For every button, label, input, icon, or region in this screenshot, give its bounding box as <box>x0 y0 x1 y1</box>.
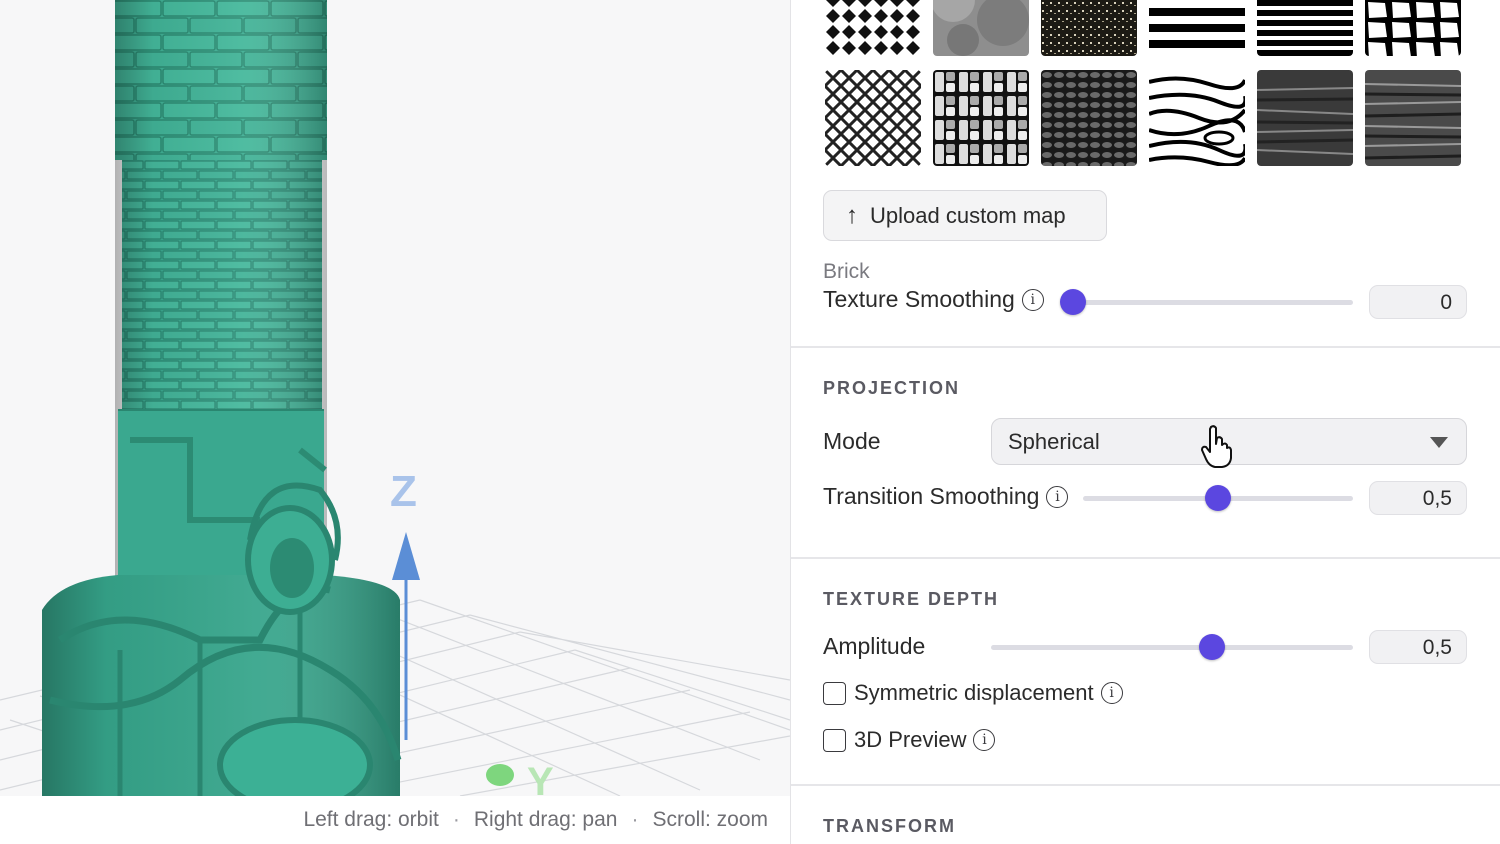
bark-wood-icon[interactable] <box>1365 70 1461 166</box>
slider-thumb[interactable] <box>1198 634 1225 660</box>
slider-thumb[interactable] <box>1205 485 1231 511</box>
texture-smoothing-slider[interactable] <box>1060 289 1353 315</box>
selected-texture-name: Brick <box>823 260 870 283</box>
slider-track <box>991 645 1353 650</box>
scene-canvas[interactable]: Z Y <box>0 0 790 796</box>
thin-stripes-icon[interactable] <box>1257 0 1353 56</box>
info-icon[interactable]: i <box>1046 485 1069 508</box>
hand-cursor-icon <box>1201 425 1232 468</box>
3d-viewport[interactable]: Z Y Left drag: orbit · Right drag: pan ·… <box>0 0 790 844</box>
symmetric-displacement-checkbox[interactable] <box>823 681 846 705</box>
info-icon[interactable]: i <box>973 729 996 751</box>
cloud-noise-icon[interactable] <box>933 0 1029 56</box>
voronoi-cells-icon[interactable] <box>1365 0 1461 56</box>
basket-weave-icon[interactable] <box>933 70 1029 166</box>
3d-preview-label: 3D Preview <box>854 727 967 752</box>
projection-section-title: PROJECTION <box>823 378 961 398</box>
amplitude-slider[interactable] <box>991 634 1353 660</box>
texture-depth-section-title: TEXTURE DEPTH <box>823 589 1000 609</box>
section-divider <box>791 784 1500 786</box>
section-divider <box>791 346 1500 348</box>
herringbone-icon[interactable] <box>825 70 921 166</box>
thick-stripes-icon[interactable] <box>1149 0 1245 56</box>
knit-pattern-icon[interactable] <box>1041 70 1137 166</box>
upload-button-label: Upload custom map <box>870 202 1066 228</box>
slider-thumb[interactable] <box>1060 289 1086 315</box>
speckle-noise-icon[interactable] <box>1041 0 1137 56</box>
dark-wood-icon[interactable] <box>1257 70 1353 166</box>
hint-orbit: Left drag: orbit <box>303 808 439 831</box>
3d-preview-row: 3D Preview i <box>823 727 996 753</box>
section-divider <box>791 557 1500 559</box>
transition-smoothing-label: Transition Smoothing <box>823 483 1040 509</box>
hint-zoom: Scroll: zoom <box>652 808 768 831</box>
info-icon[interactable]: i <box>1021 288 1044 311</box>
z-axis-label: Z <box>390 467 417 516</box>
transition-smoothing-slider[interactable] <box>1083 485 1353 511</box>
y-axis-label: Y <box>527 760 554 796</box>
settings-panel[interactable]: ↑ Upload custom map Brick Texture Smooth… <box>790 0 1500 844</box>
hint-separator: · <box>631 808 639 831</box>
3d-model-tower[interactable] <box>42 0 402 796</box>
texture-smoothing-input[interactable]: 0 <box>1369 285 1467 319</box>
controls-hint-bar: Left drag: orbit · Right drag: pan · Scr… <box>0 796 790 844</box>
3d-preview-checkbox[interactable] <box>823 728 846 752</box>
symmetric-displacement-row: Symmetric displacement i <box>823 680 1123 706</box>
mode-label: Mode <box>823 428 881 454</box>
upload-custom-map-button[interactable]: ↑ Upload custom map <box>823 190 1107 241</box>
slider-track <box>1073 300 1353 305</box>
chevron-down-icon <box>1430 437 1448 448</box>
info-icon[interactable]: i <box>1100 682 1123 704</box>
wood-grain-icon[interactable] <box>1149 70 1245 166</box>
hint-separator: · <box>452 808 460 831</box>
transform-section-title: TRANSFORM <box>823 816 956 836</box>
amplitude-input[interactable]: 0,5 <box>1369 630 1467 664</box>
projection-mode-value: Spherical <box>1008 428 1100 454</box>
diamond-pattern-icon[interactable] <box>825 0 921 56</box>
transition-smoothing-input[interactable]: 0,5 <box>1369 481 1467 515</box>
texture-gallery <box>825 0 1461 166</box>
texture-smoothing-label: Texture Smoothing <box>823 286 1015 312</box>
amplitude-label: Amplitude <box>823 633 926 659</box>
symmetric-displacement-label: Symmetric displacement <box>854 680 1094 705</box>
arrow-up-icon: ↑ <box>846 201 858 229</box>
hint-pan: Right drag: pan <box>473 808 618 831</box>
